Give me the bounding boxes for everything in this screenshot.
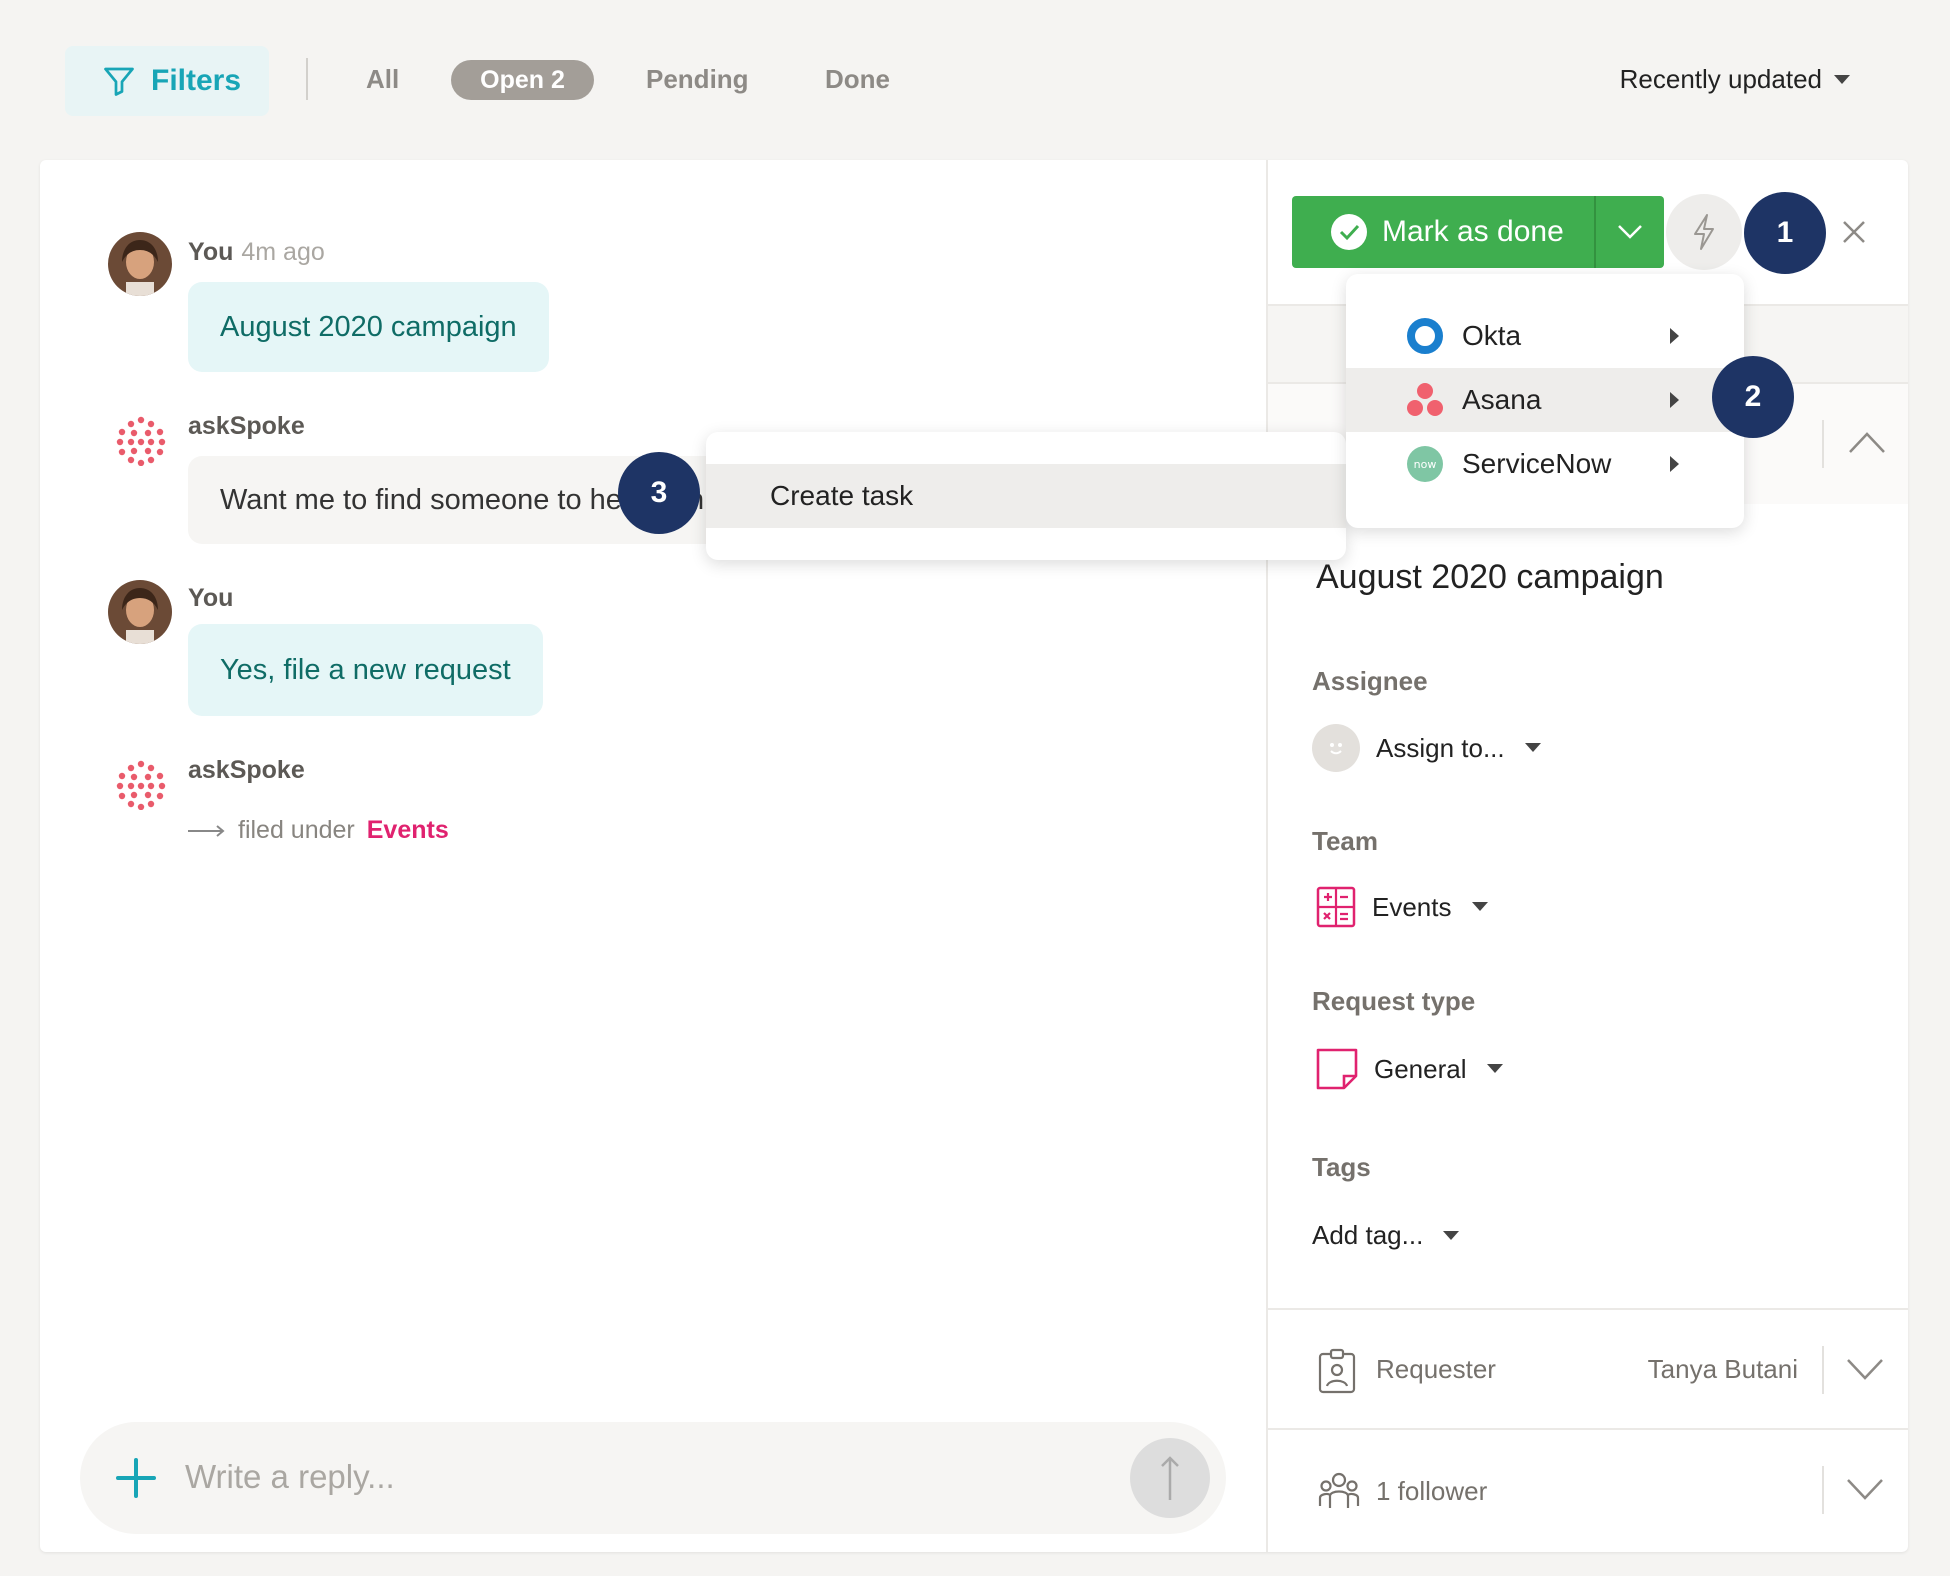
caret-right-icon [1670, 456, 1679, 472]
filed-prefix: filed under [238, 816, 355, 844]
step-badge: 3 [618, 452, 700, 534]
assignee-dropdown[interactable]: Assign to... [1312, 724, 1541, 772]
tags-label: Tags [1312, 1152, 1371, 1182]
reply-composer: Write a reply... [80, 1422, 1226, 1534]
check-circle-icon [1331, 214, 1367, 250]
mark-as-done-label: Mark as done [1382, 215, 1564, 248]
menu-item-label: Asana [1462, 384, 1542, 415]
svg-text:now: now [1414, 458, 1437, 471]
caret-down-icon [1834, 74, 1850, 84]
reply-input[interactable]: Write a reply... [185, 1458, 395, 1496]
tags-value: Add tag... [1312, 1220, 1424, 1250]
message-bubble: Yes, file a new request [188, 624, 543, 716]
caret-right-icon [1670, 392, 1679, 408]
message-author: askSpoke [188, 756, 305, 784]
divider [1822, 1466, 1824, 1514]
filed-category-link[interactable]: Events [367, 816, 449, 845]
people-icon [1318, 1472, 1360, 1508]
message-time: 4m ago [241, 238, 325, 266]
plus-icon[interactable] [114, 1456, 158, 1500]
filters-label: Filters [151, 64, 242, 97]
assignee-value: Assign to... [1376, 732, 1505, 763]
caret-down-icon [1524, 743, 1541, 752]
divider [306, 58, 308, 100]
menu-item-servicenow[interactable]: now ServiceNow [1346, 432, 1744, 496]
caret-right-icon [1670, 328, 1679, 344]
message-author: askSpoke [188, 412, 305, 440]
message-author: You 4m ago [188, 238, 325, 266]
chevron-down-icon[interactable] [1846, 1358, 1884, 1382]
tab-pending[interactable]: Pending [646, 64, 749, 95]
followers-row[interactable]: 1 follower [1268, 1432, 1908, 1550]
message-author: You [188, 584, 234, 612]
message-bubble: August 2020 campaign [188, 282, 549, 372]
divider [1822, 420, 1824, 468]
requester-value: Tanya Butani [1647, 1354, 1798, 1384]
menu-item-label: ServiceNow [1462, 448, 1612, 479]
askspoke-logo-icon [116, 760, 166, 810]
asana-icon [1407, 383, 1443, 416]
team-dropdown[interactable]: Events [1316, 886, 1488, 928]
menu-item-asana[interactable]: Asana [1346, 368, 1744, 432]
chevron-down-icon [1618, 225, 1642, 239]
request-type-value: General [1374, 1053, 1467, 1084]
requester-label: Requester [1376, 1354, 1496, 1384]
requester-row[interactable]: Requester Tanya Butani [1268, 1310, 1908, 1428]
filters-button[interactable]: Filters [65, 46, 269, 116]
integrations-menu: Okta Asana now ServiceNow [1346, 274, 1744, 528]
filter-icon [104, 67, 134, 96]
arrow-up-icon [1161, 1456, 1179, 1500]
request-type-dropdown[interactable]: General [1316, 1048, 1503, 1090]
menu-item-label: Okta [1462, 320, 1522, 351]
avatar [108, 580, 172, 644]
team-label: Team [1312, 826, 1378, 856]
menu-item-okta[interactable]: Okta [1346, 304, 1744, 368]
okta-icon [1407, 318, 1443, 354]
assignee-label: Assignee [1312, 666, 1428, 696]
sort-label: Recently updated [1619, 64, 1822, 94]
chevron-up-icon[interactable] [1848, 430, 1886, 454]
sticky-note-icon [1316, 1048, 1358, 1090]
caret-down-icon [1486, 1064, 1503, 1073]
mark-as-done-button[interactable]: Mark as done [1292, 196, 1594, 268]
mark-done-menu-toggle[interactable] [1594, 196, 1664, 268]
avatar [108, 232, 172, 296]
create-task-menu-item[interactable]: Create task [706, 464, 1346, 528]
followers-label: 1 follower [1376, 1476, 1488, 1506]
caret-down-icon [1443, 1230, 1460, 1240]
arrow-right-icon [188, 824, 225, 837]
close-icon[interactable] [1838, 216, 1870, 248]
tab-done[interactable]: Done [825, 64, 890, 95]
send-button[interactable] [1130, 1438, 1210, 1518]
team-value: Events [1372, 891, 1452, 922]
filed-under-note: filed under Events [188, 816, 449, 845]
divider [1822, 1346, 1824, 1394]
id-badge-icon [1318, 1348, 1356, 1394]
request-title: August 2020 campaign [1316, 558, 1664, 596]
lightning-icon [1694, 214, 1714, 250]
tags-dropdown[interactable]: Add tag... [1312, 1220, 1460, 1251]
actions-button[interactable] [1666, 194, 1742, 270]
tab-open[interactable]: Open 2 [451, 60, 594, 100]
asana-submenu: Create task [706, 432, 1346, 560]
askspoke-logo-icon [116, 416, 166, 466]
calculator-icon [1316, 886, 1356, 928]
assignee-avatar-icon [1312, 724, 1360, 772]
request-type-label: Request type [1312, 986, 1476, 1016]
chevron-down-icon[interactable] [1846, 1478, 1884, 1502]
divider [1268, 1428, 1908, 1430]
servicenow-icon: now [1407, 446, 1443, 482]
step-badge: 2 [1712, 356, 1794, 438]
caret-down-icon [1471, 902, 1488, 911]
sort-dropdown[interactable]: Recently updated [1620, 64, 1850, 95]
step-badge: 1 [1744, 192, 1826, 274]
tab-all[interactable]: All [366, 64, 399, 95]
